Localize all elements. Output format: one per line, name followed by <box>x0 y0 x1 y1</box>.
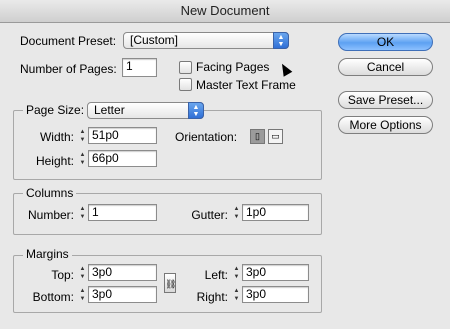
document-preset-label: Document Preset: <box>20 34 117 48</box>
page-size-group <box>13 110 322 180</box>
window-title: New Document <box>0 0 450 23</box>
master-text-frame-label: Master Text Frame <box>196 78 296 92</box>
columns-number-stepper-icon[interactable]: ▲ ▼ <box>78 205 87 222</box>
cancel-button[interactable]: Cancel <box>338 58 433 76</box>
height-field[interactable]: 66p0 <box>88 150 157 167</box>
dropdown-arrows-icon: ▲ ▼ <box>188 102 204 119</box>
margins-title: Margins <box>23 247 72 261</box>
page-size-label: Page Size: <box>23 103 88 117</box>
master-text-frame-checkbox[interactable] <box>179 78 192 91</box>
margin-left-stepper-icon[interactable]: ▲ ▼ <box>232 265 241 282</box>
height-label: Height: <box>35 154 74 168</box>
margin-top-stepper-icon[interactable]: ▲ ▼ <box>78 265 87 282</box>
page-size-value: Letter <box>94 103 125 117</box>
document-preset-dropdown[interactable]: [Custom] ▲ ▼ <box>123 32 289 49</box>
save-preset-button[interactable]: Save Preset... <box>338 91 433 109</box>
columns-title: Columns <box>23 186 77 200</box>
chain-link-icon[interactable]: ⛓ <box>164 273 176 293</box>
margin-right-label: Right: <box>196 290 228 304</box>
document-preset-value: [Custom] <box>130 33 179 47</box>
facing-pages-label: Facing Pages <box>196 60 270 74</box>
columns-number-label: Number: <box>27 208 74 222</box>
width-stepper-icon[interactable]: ▲ ▼ <box>78 128 87 145</box>
portrait-orientation-icon[interactable]: ▯ <box>250 129 265 144</box>
gutter-field[interactable]: 1p0 <box>242 204 309 221</box>
dropdown-arrows-icon: ▲ ▼ <box>273 32 289 49</box>
height-stepper-icon[interactable]: ▲ ▼ <box>78 151 87 168</box>
margin-left-label: Left: <box>204 268 228 282</box>
more-options-button[interactable]: More Options <box>338 116 433 134</box>
margin-right-field[interactable]: 3p0 <box>242 286 309 303</box>
landscape-orientation-icon[interactable]: ▭ <box>268 129 283 144</box>
margin-top-field[interactable]: 3p0 <box>88 264 157 281</box>
gutter-label: Gutter: <box>191 208 228 222</box>
number-of-pages-label: Number of Pages: <box>20 62 117 76</box>
margin-bottom-field[interactable]: 3p0 <box>88 286 157 303</box>
margin-bottom-label: Bottom: <box>32 290 74 304</box>
ok-button[interactable]: OK <box>338 33 433 51</box>
margin-right-stepper-icon[interactable]: ▲ ▼ <box>232 287 241 304</box>
columns-number-field[interactable]: 1 <box>88 204 157 221</box>
facing-pages-checkbox[interactable] <box>179 61 192 74</box>
margin-top-label: Top: <box>51 268 74 282</box>
gutter-stepper-icon[interactable]: ▲ ▼ <box>232 205 241 222</box>
margin-bottom-stepper-icon[interactable]: ▲ ▼ <box>78 287 87 304</box>
mouse-cursor-icon <box>277 61 293 77</box>
width-label: Width: <box>39 130 74 144</box>
width-field[interactable]: 51p0 <box>88 127 157 144</box>
margin-left-field[interactable]: 3p0 <box>242 264 309 281</box>
page-size-dropdown[interactable]: Letter ▲ ▼ <box>87 102 204 119</box>
number-of-pages-field[interactable]: 1 <box>122 58 157 77</box>
orientation-label: Orientation: <box>175 130 238 144</box>
